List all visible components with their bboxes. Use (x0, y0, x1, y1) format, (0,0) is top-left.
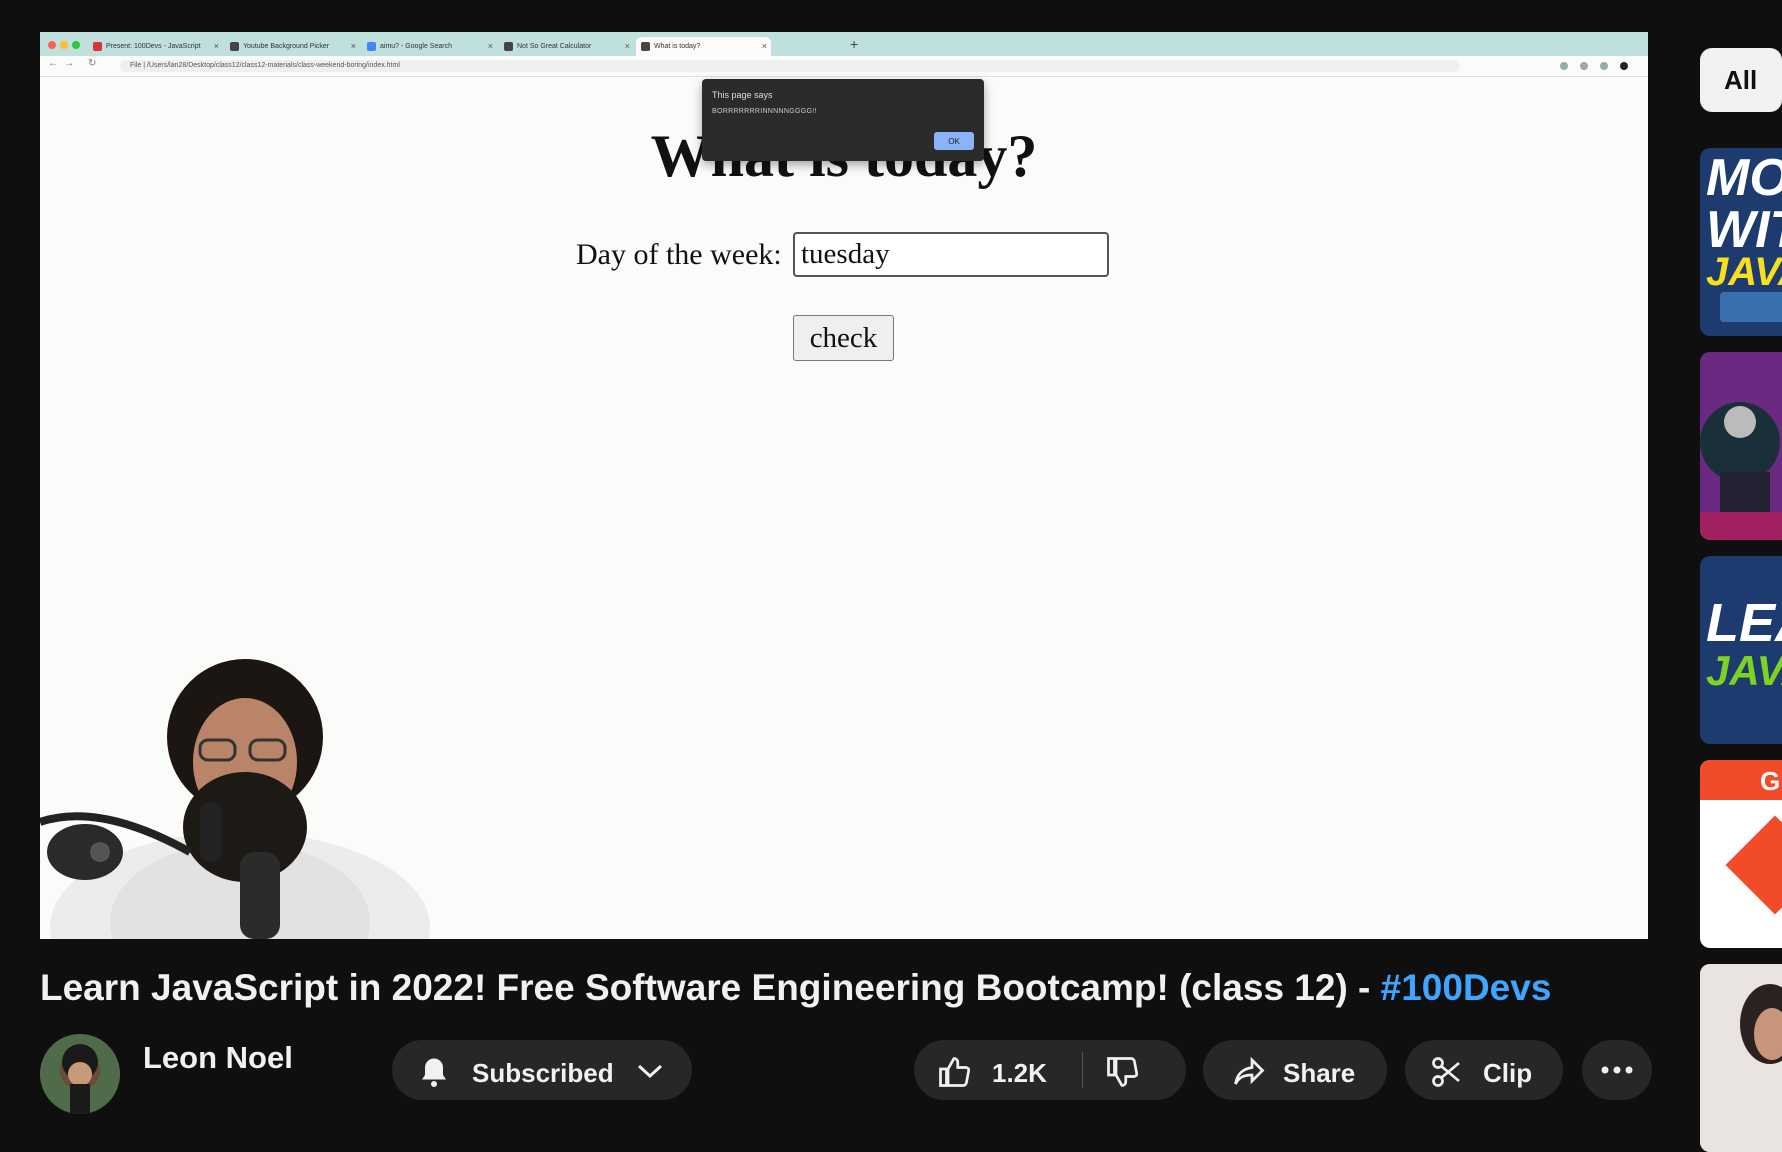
close-tab-icon[interactable]: × (762, 37, 767, 56)
tab-favicon-icon (367, 42, 376, 51)
thumbnail-text: JAVA (1706, 250, 1782, 294)
alert-ok-button[interactable]: OK (934, 132, 974, 150)
video-title-text: Learn JavaScript in 2022! Free Software … (40, 967, 1381, 1008)
channel-name[interactable]: Leon Noel (143, 1040, 293, 1076)
browser-tab[interactable]: Present: 100Devs - JavaScript × (88, 37, 223, 56)
browser-tab-bar: Present: 100Devs - JavaScript × Youtube B… (40, 32, 1648, 56)
day-of-week-label: Day of the week: (576, 238, 782, 271)
browser-tab[interactable]: aimu? - Google Search × (362, 37, 497, 56)
alert-message: BORRRRRRRINNNNNGGGG!! (712, 108, 817, 115)
browser-tab-active[interactable]: What is today? × (636, 37, 771, 56)
thumbnail-image (1700, 352, 1782, 540)
share-label: Share (1283, 1058, 1356, 1088)
related-video-thumbnail[interactable]: G (1700, 760, 1782, 948)
tab-label: Youtube Background Picker (243, 43, 330, 50)
tab-label: Present: 100Devs - JavaScript (106, 43, 201, 50)
hashtag-link[interactable]: #100Devs (1381, 967, 1552, 1008)
thumbnail-text: MOWIT (1706, 149, 1782, 259)
browser-address-bar: ← → ↻ File | /Users/lan28/Desktop/class1… (40, 56, 1648, 77)
avatar-image (40, 1034, 120, 1114)
tab-label: aimu? - Google Search (380, 43, 452, 50)
tab-label: Not So Great Calculator (517, 43, 592, 50)
thumbnail-badge (1720, 292, 1782, 322)
more-actions-button[interactable] (1582, 1040, 1652, 1100)
subscribe-label: Subscribed (472, 1058, 614, 1088)
divider (1082, 1052, 1083, 1088)
channel-avatar[interactable] (40, 1034, 120, 1114)
new-tab-icon[interactable]: + (850, 36, 858, 52)
chevron-down-icon (637, 1064, 663, 1079)
tab-favicon-icon (230, 42, 239, 51)
video-title: Learn JavaScript in 2022! Free Software … (40, 967, 1551, 1009)
extension-icon[interactable] (1580, 62, 1588, 70)
tab-favicon-icon (93, 42, 102, 51)
tab-label: What is today? (654, 43, 701, 50)
video-player[interactable]: Present: 100Devs - JavaScript × Youtube B… (40, 32, 1648, 939)
day-of-week-input[interactable] (793, 232, 1109, 277)
bell-icon (422, 1058, 446, 1087)
alert-dialog: This page says BORRRRRRRINNNNNGGGG!! OK (702, 79, 984, 161)
related-video-thumbnail[interactable]: MOWIT JAVA (1700, 148, 1782, 336)
related-video-thumbnail[interactable] (1700, 964, 1782, 1152)
like-count[interactable]: 1.2K (992, 1058, 1047, 1089)
subscribe-button[interactable]: Subscribed (392, 1040, 692, 1100)
related-video-thumbnail[interactable] (1700, 352, 1782, 540)
thumbnail-shape (1725, 815, 1782, 915)
tab-favicon-icon (641, 42, 650, 51)
clip-label: Clip (1483, 1058, 1533, 1088)
more-icon (1601, 1066, 1633, 1074)
close-tab-icon[interactable]: × (488, 37, 493, 56)
thumbnail-text: JAVA (1706, 647, 1782, 694)
close-window-dot[interactable] (48, 41, 56, 49)
thumbs-down-icon[interactable] (1104, 1054, 1140, 1090)
maximize-window-dot[interactable] (72, 41, 80, 49)
url-field[interactable]: File | /Users/lan28/Desktop/class12/clas… (120, 60, 1460, 72)
back-icon[interactable]: ← (48, 58, 58, 69)
like-dislike-group: 1.2K (914, 1040, 1186, 1100)
thumbnail-image (1700, 964, 1782, 1152)
share-icon (1234, 1056, 1265, 1085)
extension-icon[interactable] (1560, 62, 1568, 70)
close-tab-icon[interactable]: × (214, 37, 219, 56)
forward-icon[interactable]: → (64, 58, 74, 69)
profile-icon[interactable] (1620, 62, 1628, 70)
scissors-icon (1432, 1057, 1460, 1087)
extension-icon[interactable] (1600, 62, 1608, 70)
browser-tab[interactable]: Not So Great Calculator × (499, 37, 634, 56)
check-button[interactable]: check (793, 315, 894, 361)
presenter-webcam-image (40, 659, 430, 939)
related-video-thumbnail[interactable]: LEA JAVA (1700, 556, 1782, 744)
browser-tab[interactable]: Youtube Background Picker × (225, 37, 360, 56)
close-tab-icon[interactable]: × (625, 37, 630, 56)
close-tab-icon[interactable]: × (351, 37, 356, 56)
thumbs-up-icon[interactable] (936, 1054, 972, 1090)
clip-button[interactable]: Clip (1405, 1040, 1563, 1100)
thumbnail-text: G (1760, 766, 1781, 796)
reload-icon[interactable]: ↻ (88, 58, 96, 69)
thumbnail-text: LEA (1706, 593, 1782, 653)
filter-chip-all[interactable]: All (1700, 48, 1782, 112)
tab-favicon-icon (504, 42, 513, 51)
share-button[interactable]: Share (1203, 1040, 1387, 1100)
alert-title: This page says (712, 90, 773, 100)
minimize-window-dot[interactable] (60, 41, 68, 49)
